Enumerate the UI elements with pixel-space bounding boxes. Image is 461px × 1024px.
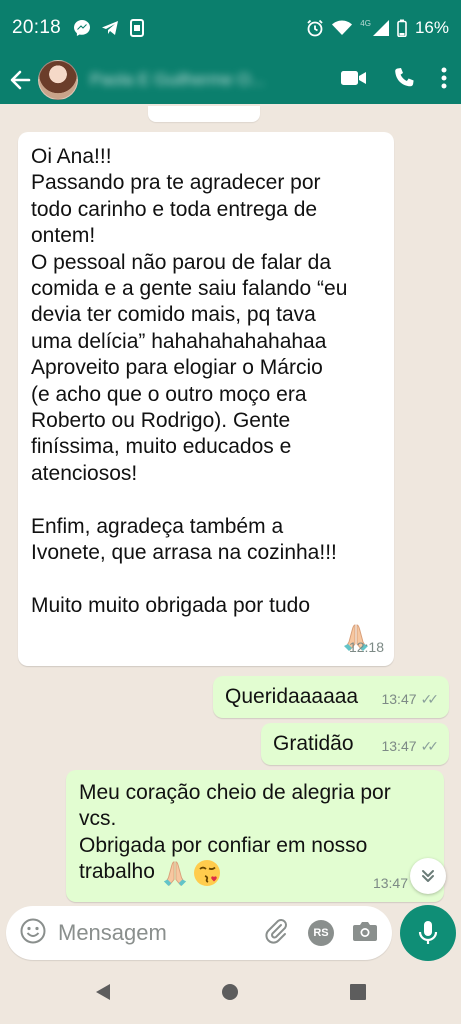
message-bubble-incoming[interactable]: Oi Ana!!! Passando pra te agradecer por … bbox=[18, 132, 394, 666]
back-nav-icon[interactable] bbox=[95, 983, 111, 1006]
battery-percent: 16% bbox=[414, 18, 449, 37]
telegram-icon bbox=[101, 19, 119, 37]
microphone-icon bbox=[418, 921, 438, 944]
wifi-icon bbox=[332, 20, 353, 36]
read-receipt-icon: ✓✓ bbox=[420, 737, 440, 754]
video-call-icon[interactable] bbox=[341, 69, 367, 92]
emoji-icon[interactable] bbox=[20, 918, 46, 949]
message-time: 13:47 bbox=[372, 874, 408, 891]
kissing-face-emoji bbox=[192, 858, 222, 895]
scroll-to-bottom-button[interactable] bbox=[410, 858, 446, 894]
message-time: 13:47 bbox=[381, 737, 417, 754]
double-chevron-down-icon bbox=[422, 870, 434, 882]
camera-icon[interactable] bbox=[352, 919, 378, 948]
battery-icon bbox=[397, 19, 407, 37]
message-meta: 13:47 ✓✓ bbox=[381, 686, 439, 712]
message-bubble-outgoing[interactable]: Gratidão 13:47 ✓✓ bbox=[261, 723, 449, 765]
message-composer: Mensagem RS bbox=[6, 906, 392, 960]
message-text: Oi Ana!!! Passando pra te agradecer por … bbox=[31, 145, 348, 617]
status-bar: 20:18 4G 16% bbox=[0, 0, 461, 56]
message-bubble-outgoing[interactable]: Meu coração cheio de alegria por vcs. Ob… bbox=[66, 770, 444, 902]
message-list[interactable]: Oi Ana!!! Passando pra te agradecer por … bbox=[0, 104, 461, 904]
message-meta: 13:47 bbox=[373, 870, 408, 896]
message-time: 12:18 bbox=[348, 638, 384, 655]
phone-call-icon[interactable] bbox=[393, 67, 415, 94]
avatar[interactable] bbox=[38, 60, 78, 100]
message-input[interactable]: Mensagem bbox=[58, 920, 264, 946]
screenshot-icon bbox=[129, 19, 145, 37]
message-meta: 13:47 ✓✓ bbox=[381, 733, 439, 759]
network-tag: 4G bbox=[360, 18, 371, 28]
message-time: 13:47 bbox=[381, 690, 417, 707]
message-meta: 12:18 bbox=[349, 634, 384, 660]
home-nav-icon[interactable] bbox=[221, 983, 239, 1006]
recents-nav-icon[interactable] bbox=[349, 983, 367, 1006]
signal-icon bbox=[372, 20, 389, 36]
chat-header: Paola E Guilherme O... bbox=[0, 56, 461, 104]
read-receipt-icon: ✓✓ bbox=[420, 690, 440, 707]
attach-icon[interactable] bbox=[264, 918, 290, 949]
contact-name[interactable]: Paola E Guilherme O... bbox=[90, 70, 300, 90]
praying-hands-emoji bbox=[162, 859, 188, 894]
back-arrow-icon[interactable] bbox=[6, 66, 34, 94]
voice-record-button[interactable] bbox=[400, 905, 456, 961]
alarm-icon bbox=[306, 19, 324, 37]
payment-icon[interactable]: RS bbox=[308, 920, 334, 946]
more-vert-icon[interactable] bbox=[441, 67, 447, 94]
messenger-icon bbox=[73, 19, 91, 37]
message-bubble-outgoing[interactable]: Queridaaaaaa 13:47 ✓✓ bbox=[213, 676, 449, 718]
status-time: 20:18 bbox=[12, 17, 62, 38]
date-separator bbox=[148, 106, 260, 122]
system-nav-bar bbox=[0, 964, 461, 1024]
